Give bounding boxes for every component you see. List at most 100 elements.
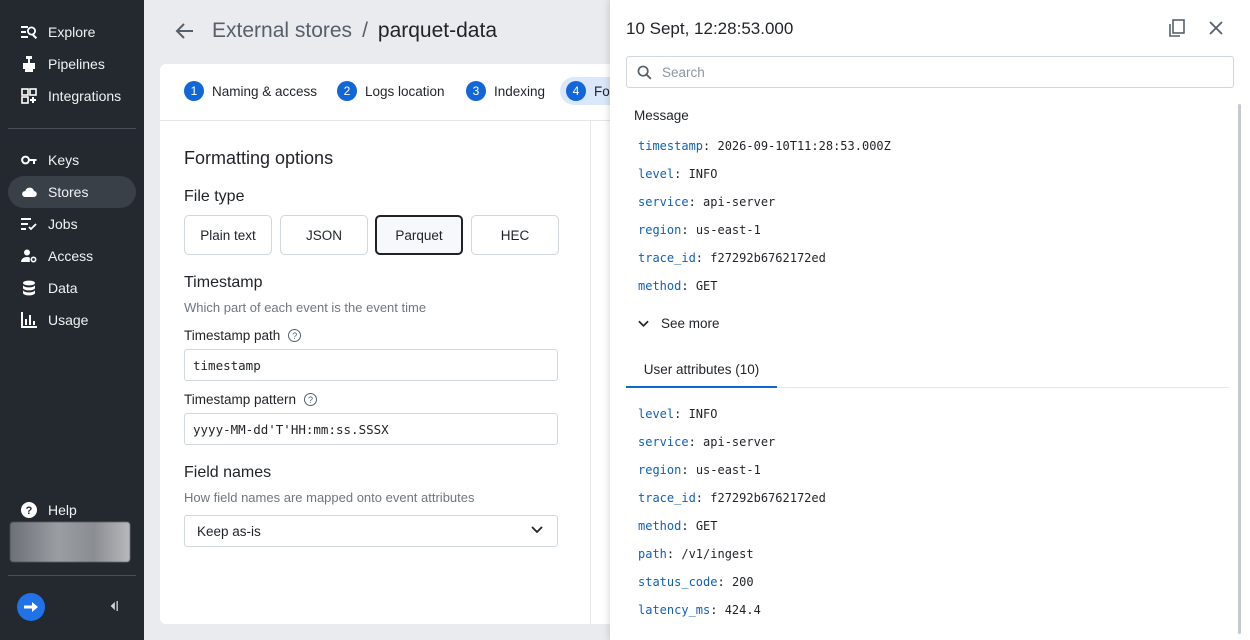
svg-text:?: ?: [26, 505, 33, 517]
sidebar-item-jobs[interactable]: Jobs: [8, 208, 136, 240]
search-icon: [637, 65, 652, 80]
copy-icon[interactable]: [1168, 19, 1186, 37]
drawer-scrollbar[interactable]: [1238, 104, 1241, 634]
see-more-label: See more: [661, 316, 720, 331]
chevron-down-icon: [531, 526, 543, 534]
step-label: Indexing: [494, 83, 546, 99]
see-more-button[interactable]: See more: [638, 316, 720, 331]
step-label: Naming & access: [212, 83, 318, 99]
file-type-plain-text[interactable]: Plain text: [184, 215, 272, 255]
attribute-row: level: INFO: [638, 407, 718, 421]
file-type-hec[interactable]: HEC: [471, 215, 559, 255]
timestamp-description: Which part of each event is the event ti…: [184, 300, 427, 315]
timestamp-pattern-label-text: Timestamp pattern: [184, 392, 297, 407]
timestamp-path-label: Timestamp path ?: [184, 328, 302, 343]
sidebar-item-label: Integrations: [48, 88, 122, 104]
sidebar-divider: [8, 128, 136, 129]
attribute-row: region: us-east-1: [638, 463, 761, 477]
main-content: External stores / parquet-data 1 Naming & …: [144, 0, 620, 640]
jobs-icon: [20, 215, 38, 233]
breadcrumb-parent[interactable]: External stores: [212, 19, 352, 42]
message-field: method: GET: [638, 279, 718, 293]
sidebar-item-stores[interactable]: Stores: [8, 176, 136, 208]
file-type-json[interactable]: JSON: [280, 215, 368, 255]
message-field: region: us-east-1: [638, 223, 761, 237]
message-field: trace_id: f27292b6762172ed: [638, 251, 826, 265]
sidebar-item-pipelines[interactable]: Pipelines: [8, 48, 136, 80]
sidebar-item-data[interactable]: Data: [8, 272, 136, 304]
help-label: Help: [48, 502, 77, 518]
sidebar-item-label: Usage: [48, 312, 89, 328]
sidebar-item-label: Explore: [48, 24, 96, 40]
pipelines-icon: [20, 55, 38, 73]
cloud-icon: [20, 183, 38, 201]
wizard-steps: 1 Naming & access 2 Logs location 3 Inde…: [160, 64, 620, 121]
file-type-parquet[interactable]: Parquet: [375, 215, 463, 255]
attribute-row: status_code: 200: [638, 575, 754, 589]
user-profile[interactable]: [10, 522, 130, 562]
drawer-title: 10 Sept, 12:28:53.000: [626, 19, 794, 38]
sidebar-item-keys[interactable]: Keys: [8, 144, 136, 176]
search-placeholder: Search: [662, 64, 705, 80]
step-number: 2: [337, 81, 357, 101]
sidebar-item-usage[interactable]: Usage: [8, 304, 136, 336]
sidebar-item-label: Keys: [48, 152, 80, 168]
help-icon: ?: [20, 501, 38, 519]
step-number: 1: [184, 81, 204, 101]
sidebar-item-explore[interactable]: Explore: [8, 16, 136, 48]
event-detail-drawer: 10 Sept, 12:28:53.000 Search Message tim…: [610, 0, 1250, 640]
help-circle-icon[interactable]: ?: [288, 329, 302, 342]
timestamp-path-input[interactable]: timestamp: [184, 349, 558, 381]
field-names-value: Keep as-is: [197, 523, 261, 539]
sidebar-item-label: Access: [48, 248, 94, 264]
help-circle-icon[interactable]: ?: [304, 393, 318, 406]
timestamp-heading: Timestamp: [184, 274, 263, 291]
wizard-card: 1 Naming & access 2 Logs location 3 Inde…: [160, 64, 620, 624]
step-number: 3: [466, 81, 486, 101]
sidebar-item-integrations[interactable]: Integrations: [8, 80, 136, 112]
step-label: Logs location: [365, 83, 445, 99]
collapse-sidebar-icon[interactable]: [106, 597, 122, 615]
attribute-row: trace_id: f27292b6762172ed: [638, 491, 826, 505]
timestamp-pattern-label: Timestamp pattern ?: [184, 392, 318, 407]
step-logs-location[interactable]: 2 Logs location: [337, 81, 445, 101]
breadcrumb: External stores / parquet-data: [212, 19, 497, 43]
chevron-down-icon: [638, 320, 649, 327]
tab-user-attributes[interactable]: User attributes (10): [626, 352, 777, 388]
search-input[interactable]: Search: [626, 56, 1234, 88]
message-field: service: api-server: [638, 195, 776, 209]
step-number: 4: [566, 81, 586, 101]
key-icon: [20, 151, 38, 169]
attribute-row: path: /v1/ingest: [638, 547, 754, 561]
step-label: Fo: [594, 83, 610, 99]
sidebar-item-access[interactable]: Access: [8, 240, 136, 272]
app-logo[interactable]: [17, 593, 45, 621]
step-indexing[interactable]: 3 Indexing: [466, 81, 545, 101]
message-section-label: Message: [634, 108, 689, 123]
field-names-description: How field names are mapped onto event at…: [184, 490, 475, 505]
sidebar-item-label: Jobs: [48, 216, 78, 232]
breadcrumb-separator: /: [362, 19, 368, 42]
timestamp-pattern-input[interactable]: yyyy-MM-dd'T'HH:mm:ss.SSSX: [184, 413, 558, 445]
file-type-heading: File type: [184, 188, 245, 205]
sidebar: Explore Pipelines Integrations Keys Stor…: [0, 0, 144, 640]
field-names-heading: Field names: [184, 464, 272, 481]
explore-icon: [20, 23, 38, 41]
message-field: timestamp: 2026-09-10T11:28:53.000Z: [638, 139, 891, 153]
sidebar-item-label: Pipelines: [48, 56, 105, 72]
timestamp-path-label-text: Timestamp path: [184, 328, 281, 343]
field-names-select[interactable]: Keep as-is: [184, 515, 558, 547]
chart-icon: [20, 311, 38, 329]
sidebar-divider-bottom: [8, 575, 136, 576]
panel-divider: [590, 121, 591, 624]
database-icon: [20, 279, 38, 297]
back-arrow-icon[interactable]: [174, 20, 196, 42]
attribute-row: latency_ms: 424.4: [638, 603, 761, 617]
step-naming-access[interactable]: 1 Naming & access: [184, 81, 317, 101]
close-icon[interactable]: [1208, 20, 1224, 36]
sidebar-item-label: Stores: [48, 184, 89, 200]
integrations-icon: [20, 87, 38, 105]
message-field: level: INFO: [638, 167, 718, 181]
access-icon: [20, 247, 38, 265]
sidebar-item-label: Data: [48, 280, 78, 296]
